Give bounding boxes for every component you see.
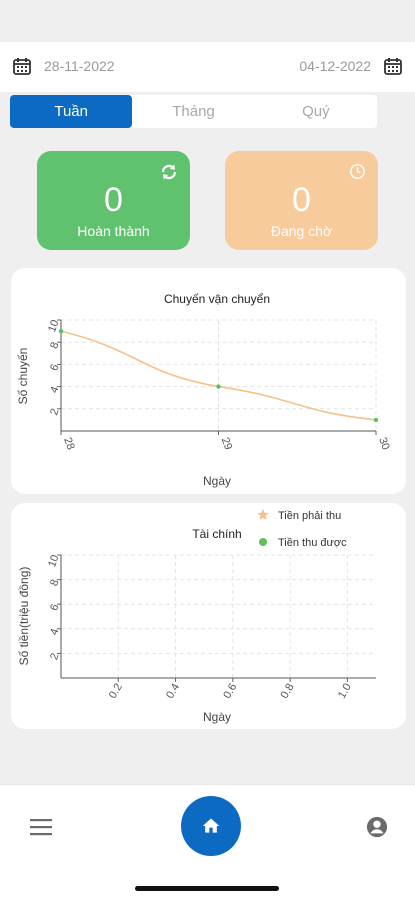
calendar-icon (13, 58, 31, 75)
legend-star-marker (257, 509, 269, 520)
x-tick-label: 0.8 (279, 682, 297, 701)
tab-week[interactable]: Tuần (10, 95, 133, 128)
calendar-icon (384, 58, 402, 75)
pending-count: 0 (292, 181, 311, 219)
x-tick-label: 0.6 (221, 682, 239, 701)
tab-month[interactable]: Tháng (132, 95, 254, 128)
y-axis-label: Số tiền(triệu đồng) (17, 567, 31, 666)
legend-label: Tiền phải thu (278, 510, 341, 522)
x-tick-label: 0.2 (107, 682, 125, 701)
chart-title: Tài chính (192, 527, 241, 541)
x-tick-label: 29 (219, 436, 234, 452)
menu-icon[interactable] (30, 818, 52, 836)
chart-title: Chuyến vận chuyển (164, 292, 270, 306)
period-tabs: Tuần Tháng Quý (10, 95, 377, 128)
legend-circle-marker (259, 538, 267, 546)
completed-count: 0 (104, 181, 123, 219)
x-tick-label: 0.4 (164, 682, 182, 701)
home-indicator (135, 886, 279, 891)
start-date-text: 28-11-2022 (44, 58, 115, 74)
legend-label: Tiền thu được (278, 537, 347, 549)
finance-chart-card: Tài chính Tiền phải thu Tiền thu được 2 4 6 8 1… (11, 503, 406, 729)
home-icon (202, 818, 220, 833)
trips-chart: Chuyến vận chuyển24681028 29 30NgàySố chuy… (16, 292, 392, 488)
x-axis-label: Ngày (203, 710, 231, 724)
clock-icon (350, 164, 365, 179)
completed-label: Hoàn thành (77, 223, 150, 239)
y-axis-label: Số chuyến (16, 348, 30, 405)
data-point (216, 384, 221, 389)
pending-card[interactable]: 0 Đang chờ (225, 151, 378, 250)
trips-chart-card: Chuyến vận chuyển 2 4 6 8 10 28 29 30 Ngày Số chuy… (11, 268, 406, 494)
user-icon[interactable] (366, 816, 388, 838)
bottom-navigation (0, 784, 415, 900)
end-date-text: 04-12-2022 (299, 58, 371, 74)
finance-chart: Tài chínhTiền phải thuTiền thu được24681… (17, 509, 376, 724)
x-tick-label: 28 (61, 436, 76, 452)
tab-quarter[interactable]: Quý (255, 95, 377, 128)
date-range-bar: 28-11-2022 04-12-2022 (0, 42, 415, 92)
x-tick-label: 30 (376, 436, 391, 452)
end-date-picker[interactable]: 04-12-2022 (299, 56, 403, 76)
y-tick-label: 10 (46, 553, 61, 569)
refresh-icon[interactable] (160, 163, 178, 181)
pending-label: Đang chờ (270, 223, 333, 239)
x-axis-label: Ngày (203, 474, 231, 488)
home-button[interactable] (181, 796, 241, 856)
data-point (58, 328, 64, 334)
start-date-picker[interactable]: 28-11-2022 (12, 56, 115, 76)
completed-card[interactable]: 0 Hoàn thành (37, 151, 190, 250)
data-point (373, 417, 379, 423)
x-tick-label: 1.0 (336, 682, 354, 701)
